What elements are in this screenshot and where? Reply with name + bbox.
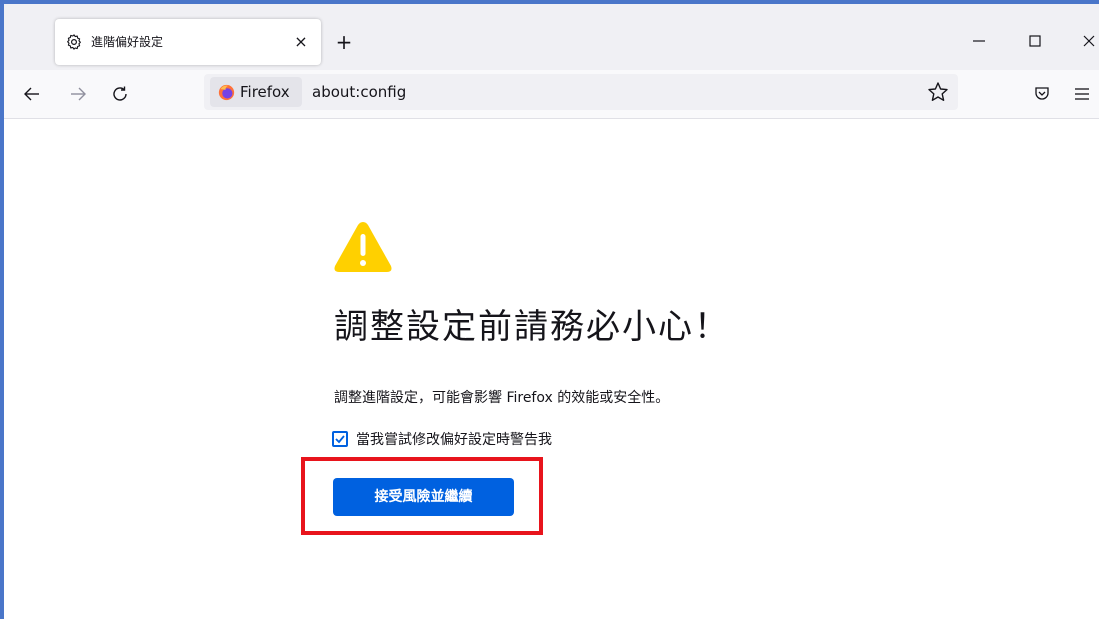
- highlight-annotation-box: [301, 457, 543, 535]
- checkbox-label: 當我嘗試修改偏好設定時警告我: [356, 432, 552, 448]
- tab-title: 進階偏好設定: [91, 35, 164, 49]
- firefox-logo-icon: [218, 84, 235, 101]
- pocket-icon[interactable]: [1030, 82, 1054, 106]
- identity-label: Firefox: [240, 83, 290, 101]
- navigation-bar: Firefox about:config: [4, 70, 1099, 119]
- close-icon[interactable]: [1074, 26, 1099, 56]
- tab-advanced-preferences[interactable]: 進階偏好設定 ×: [55, 19, 321, 65]
- url-text[interactable]: about:config: [312, 83, 406, 101]
- minimize-icon[interactable]: [964, 26, 994, 56]
- page-title: 調整設定前請務必小心！: [334, 307, 730, 347]
- back-arrow-icon[interactable]: [20, 82, 44, 106]
- gear-icon: [67, 34, 81, 50]
- identity-box[interactable]: Firefox: [210, 77, 302, 107]
- warning-icon: [334, 222, 392, 272]
- warning-description: 調整進階設定，可能會影響 Firefox 的效能或安全性。: [334, 390, 670, 406]
- tab-strip: 進階偏好設定 × +: [4, 4, 1099, 70]
- reload-icon[interactable]: [108, 82, 132, 106]
- tab-close-icon[interactable]: ×: [291, 31, 311, 53]
- maximize-icon[interactable]: [1020, 26, 1050, 56]
- page-content: 調整設定前請務必小心！ 調整進階設定，可能會影響 Firefox 的效能或安全性…: [4, 119, 1099, 619]
- forward-arrow-icon[interactable]: [66, 82, 90, 106]
- new-tab-icon[interactable]: +: [333, 31, 355, 53]
- url-bar[interactable]: Firefox about:config: [204, 74, 958, 110]
- warn-preference-checkbox[interactable]: [332, 431, 348, 447]
- checkmark-icon: [335, 435, 345, 444]
- star-icon[interactable]: [926, 80, 950, 104]
- hamburger-menu-icon[interactable]: [1070, 82, 1094, 106]
- browser-window: 進階偏好設定 × + Firefox about:config 調整設定前請務必…: [0, 0, 1099, 619]
